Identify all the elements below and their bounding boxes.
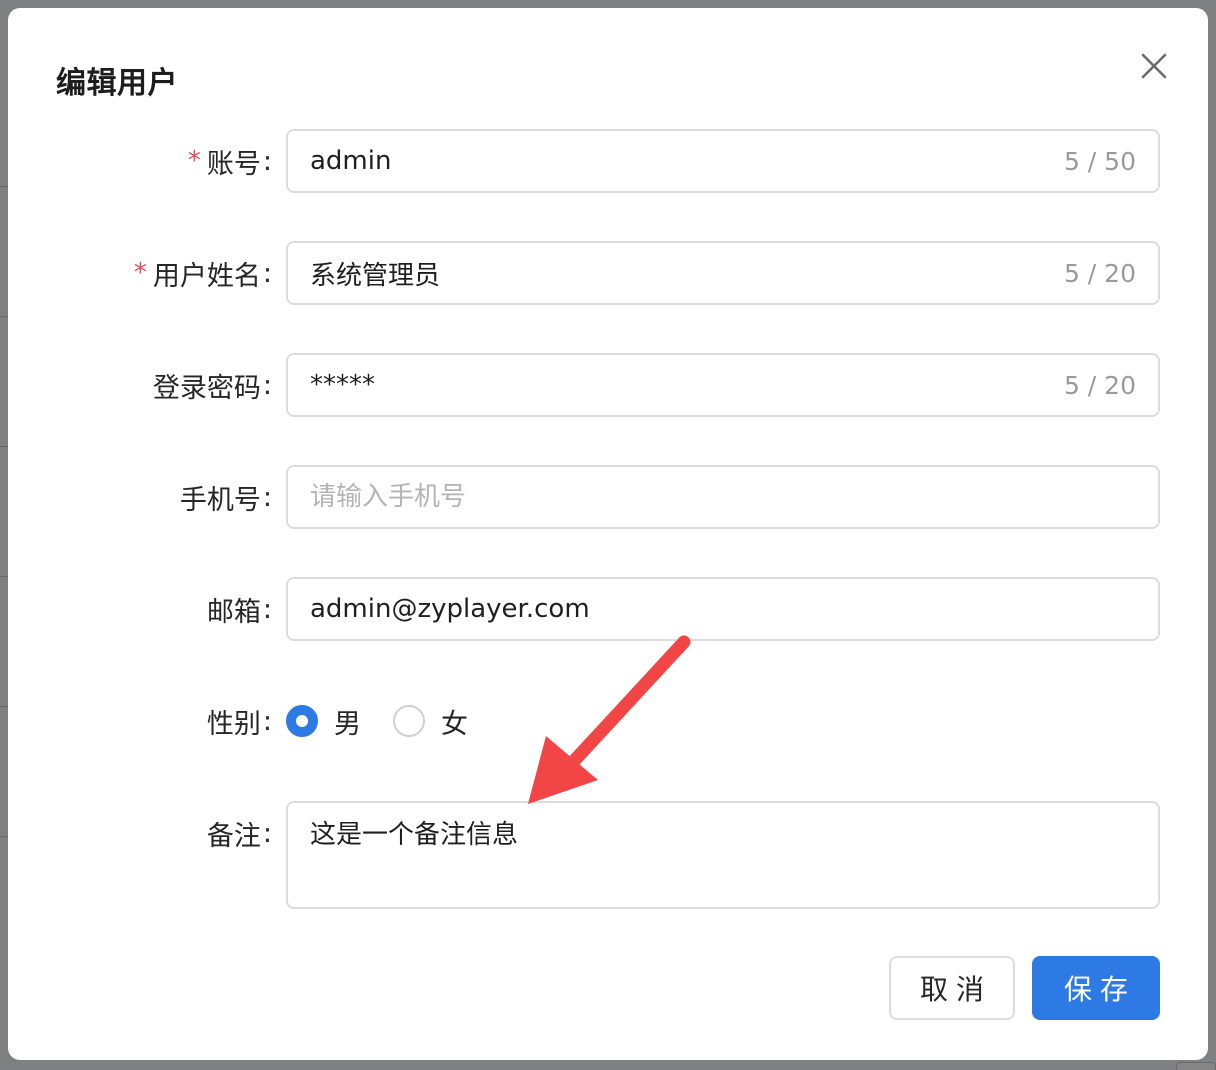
- form-row-gender: 性别 : 男 女: [8, 689, 1208, 753]
- remark-label: 备注 :: [206, 817, 272, 852]
- email-label: 邮箱 :: [206, 593, 272, 628]
- username-input[interactable]: [310, 243, 1052, 303]
- remark-textarea[interactable]: 这是一个备注信息: [310, 817, 1136, 893]
- required-mark: *: [187, 146, 201, 176]
- radio-unchecked-icon[interactable]: [393, 705, 425, 737]
- form-row-username: * 用户姓名 : 5 / 20: [8, 241, 1208, 305]
- save-button[interactable]: 保存: [1032, 956, 1160, 1020]
- gender-label: 性别 :: [206, 705, 272, 740]
- form-row-phone: 手机号 :: [8, 465, 1208, 529]
- account-input[interactable]: [310, 131, 1052, 191]
- account-char-counter: 5 / 50: [1063, 146, 1136, 176]
- account-label: * 账号 :: [187, 145, 272, 180]
- password-label: 登录密码 :: [152, 369, 272, 404]
- password-field[interactable]: 5 / 20: [286, 353, 1160, 417]
- username-field[interactable]: 5 / 20: [286, 241, 1160, 305]
- remark-field[interactable]: 这是一个备注信息: [286, 801, 1160, 909]
- gender-radio-male[interactable]: 男: [286, 702, 361, 741]
- form-row-email: 邮箱 :: [8, 577, 1208, 641]
- username-label: * 用户姓名 :: [133, 257, 272, 292]
- phone-field[interactable]: [286, 465, 1160, 529]
- cancel-button[interactable]: 取消: [889, 956, 1015, 1020]
- username-char-counter: 5 / 20: [1063, 258, 1136, 288]
- radio-checked-icon[interactable]: [286, 705, 318, 737]
- password-char-counter: 5 / 20: [1063, 370, 1136, 400]
- phone-input[interactable]: [310, 467, 1136, 527]
- form-row-remark: 备注 : 这是一个备注信息: [8, 801, 1208, 909]
- phone-label: 手机号 :: [179, 481, 272, 516]
- gender-radio-group: 男 女: [286, 689, 500, 753]
- edit-user-dialog: 编辑用户 * 账号 : 5 / 50 * 用户姓名 : 5 / 20: [8, 8, 1208, 1060]
- email-field[interactable]: [286, 577, 1160, 641]
- email-input[interactable]: [310, 579, 1136, 639]
- close-button[interactable]: [1136, 48, 1172, 84]
- form-row-password: 登录密码 : 5 / 20: [8, 353, 1208, 417]
- required-mark: *: [133, 258, 147, 288]
- account-field[interactable]: 5 / 50: [286, 129, 1160, 193]
- gender-radio-female[interactable]: 女: [393, 702, 468, 741]
- dialog-title: 编辑用户: [56, 66, 178, 101]
- close-icon: [1141, 53, 1167, 79]
- form-row-account: * 账号 : 5 / 50: [8, 129, 1208, 193]
- password-input[interactable]: [310, 355, 1052, 415]
